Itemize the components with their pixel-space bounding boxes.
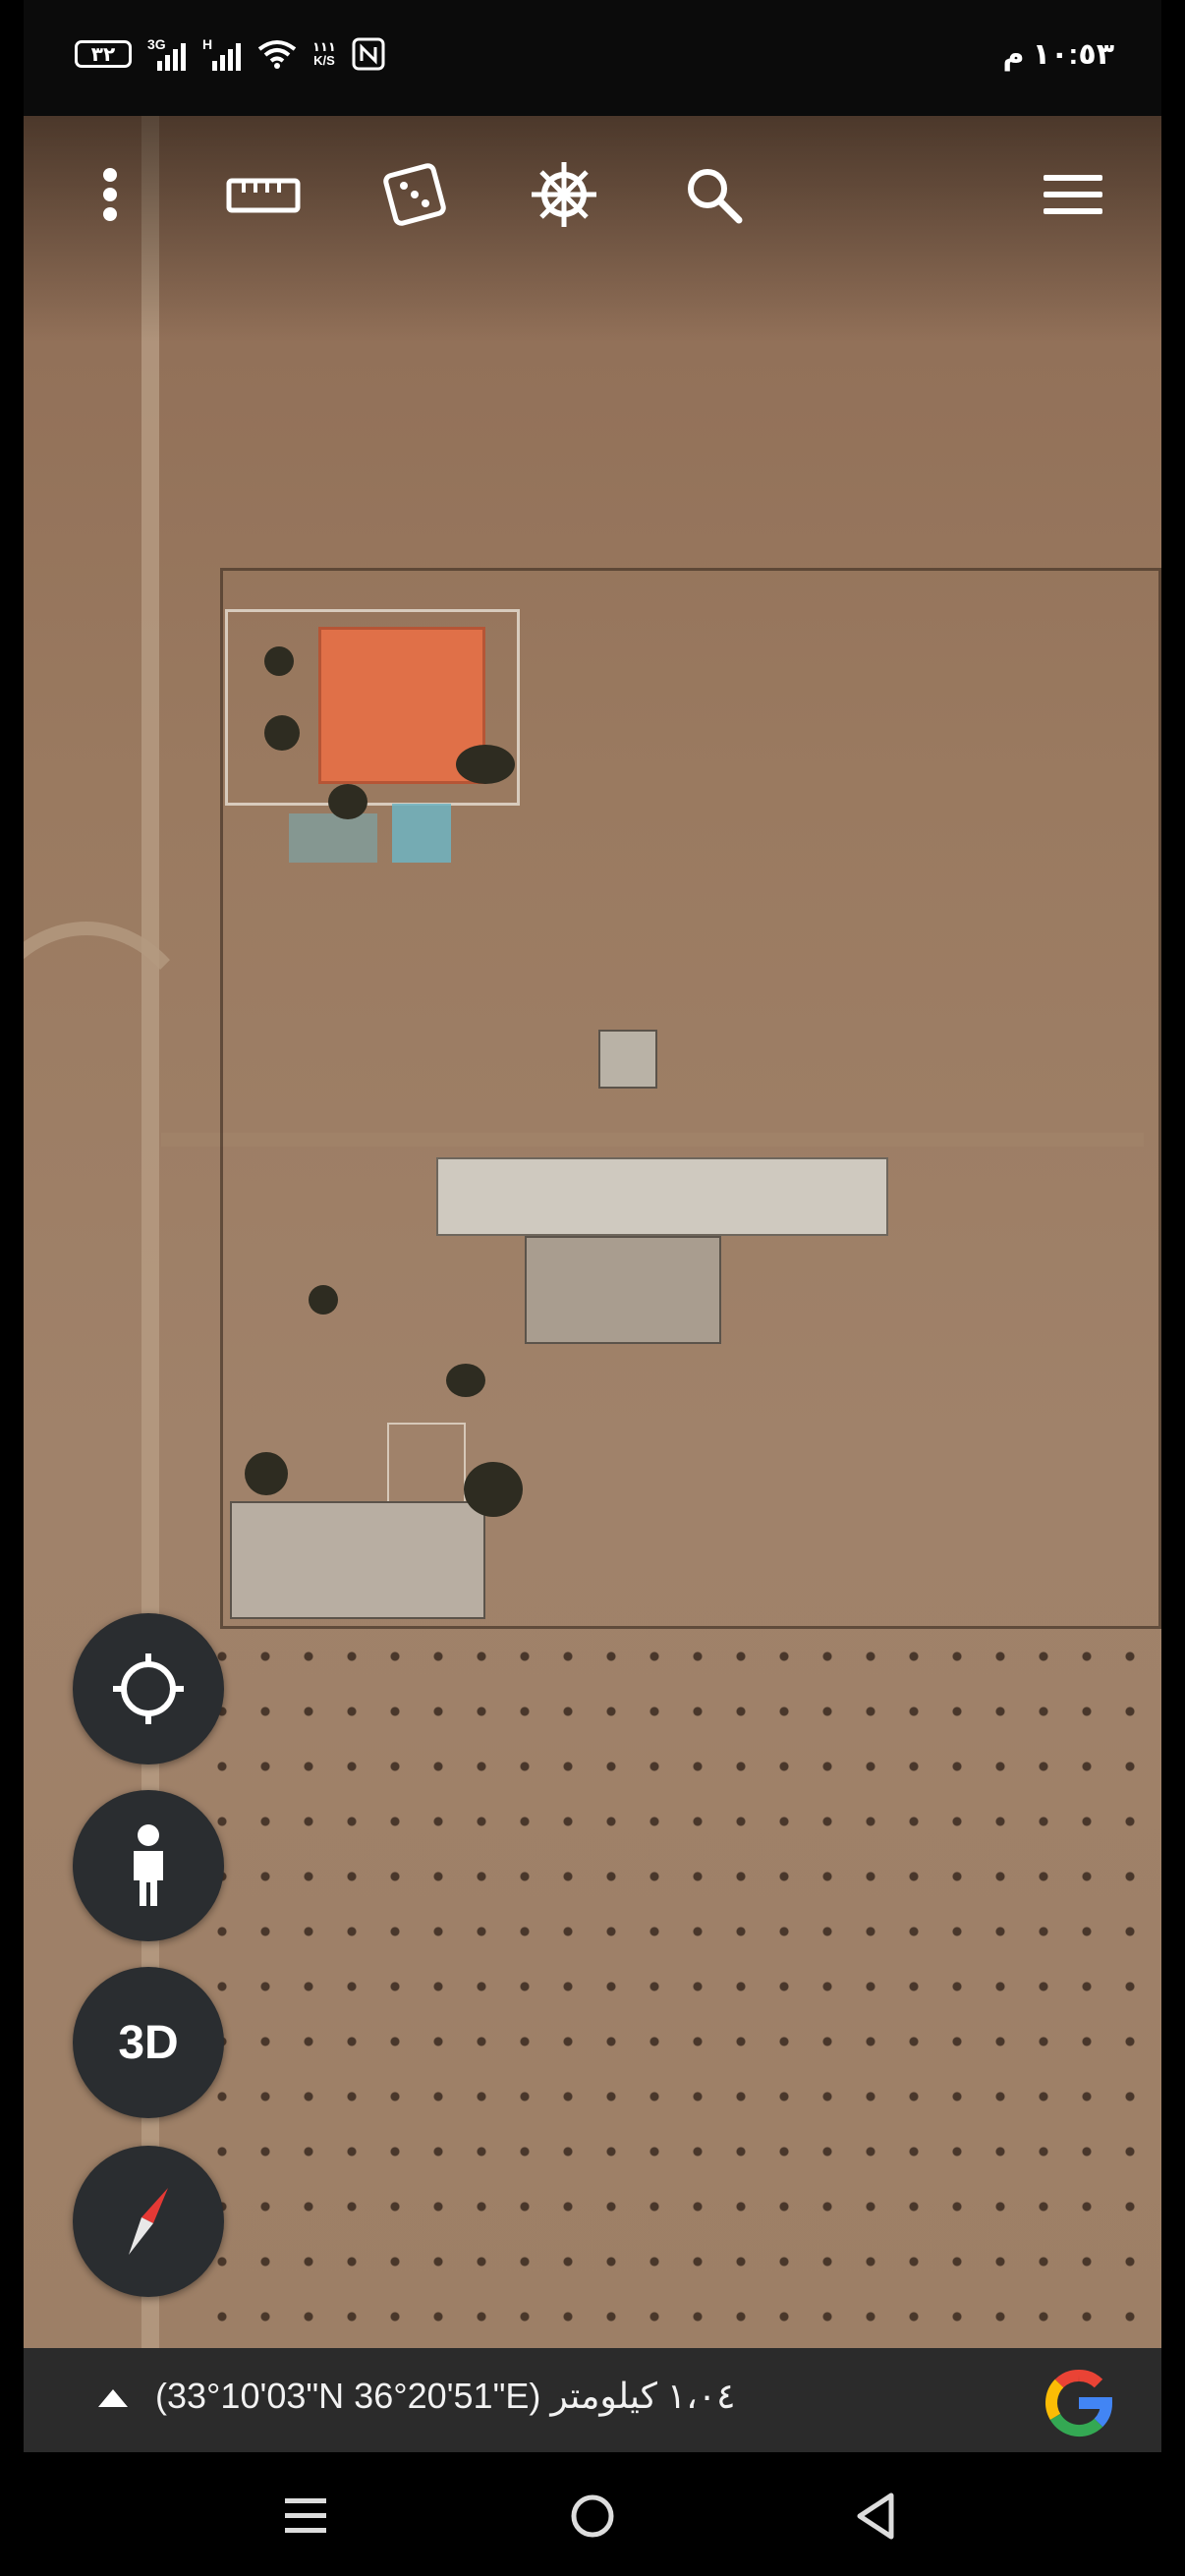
expand-info-button[interactable] — [96, 2387, 130, 2414]
home-icon — [571, 2494, 614, 2538]
nfc-icon — [352, 37, 385, 71]
status-icons: ٣٢ 3G H ١١١ K/S — [75, 37, 385, 71]
more-vert-icon — [103, 168, 117, 221]
tree — [245, 1452, 288, 1495]
tree — [328, 784, 367, 819]
coordinates-scale-text: (33°10'03"N 36°20'51"E) ١،٠٤ كيلومتر — [155, 2376, 736, 2416]
top-toolbar — [24, 116, 1161, 293]
network-speed: ١١١ K/S — [312, 39, 336, 68]
tree — [456, 745, 515, 784]
toggle-3d-label: 3D — [118, 2016, 179, 2069]
signal-3g-icon: 3G — [147, 37, 187, 71]
menu-button[interactable] — [1034, 155, 1112, 234]
water-tank — [289, 813, 377, 863]
navigation-bar — [0, 2452, 1185, 2576]
more-options-button[interactable] — [71, 155, 149, 234]
orchard — [200, 1629, 1161, 2348]
ruler-icon — [226, 178, 301, 213]
annex-building — [525, 1236, 721, 1344]
menu-icon — [1044, 175, 1102, 214]
status-time: ١٠:٥٣ م — [1002, 38, 1114, 71]
compass-icon — [129, 2188, 168, 2255]
voyager-button[interactable] — [525, 155, 603, 234]
crosshair-icon — [113, 1653, 184, 1724]
main-building — [436, 1157, 888, 1236]
tree — [309, 1285, 338, 1315]
back-button[interactable] — [841, 2482, 910, 2550]
wifi-icon — [257, 40, 297, 69]
battery-icon: ٣٢ — [75, 40, 132, 68]
dirt-road-curve — [24, 922, 208, 1204]
small-shed — [598, 1030, 657, 1089]
my-location-button[interactable] — [73, 1613, 224, 1764]
storage-building — [230, 1501, 485, 1619]
battery-level: ٣٢ — [90, 43, 116, 66]
signal-h-icon: H — [202, 37, 242, 71]
tree — [446, 1364, 485, 1397]
tree — [264, 715, 300, 751]
measure-button[interactable] — [224, 155, 303, 234]
home-button[interactable] — [558, 2482, 627, 2550]
search-icon — [688, 169, 743, 224]
pool — [392, 804, 451, 863]
recent-apps-button[interactable] — [271, 2482, 340, 2550]
ship-wheel-icon — [532, 162, 596, 227]
status-bar: ٣٢ 3G H ١١١ K/S ١٠:٥٣ م — [24, 0, 1161, 116]
google-logo — [1042, 2366, 1116, 2445]
toggle-3d-button[interactable]: 3D — [73, 1967, 224, 2118]
recent-apps-icon — [285, 2498, 326, 2533]
tree — [464, 1462, 523, 1517]
compass-button[interactable] — [73, 2146, 224, 2297]
dice-icon — [383, 163, 446, 226]
triangle-up-icon — [98, 2389, 128, 2407]
info-bar: (33°10'03"N 36°20'51"E) ١،٠٤ كيلومتر — [24, 2348, 1161, 2452]
pegman-icon — [134, 1824, 163, 1906]
search-button[interactable] — [674, 155, 753, 234]
feeling-lucky-button[interactable] — [375, 155, 454, 234]
tree — [264, 646, 294, 676]
google-g-logo — [1045, 2370, 1112, 2437]
back-icon — [857, 2492, 894, 2540]
street-view-button[interactable] — [73, 1790, 224, 1941]
